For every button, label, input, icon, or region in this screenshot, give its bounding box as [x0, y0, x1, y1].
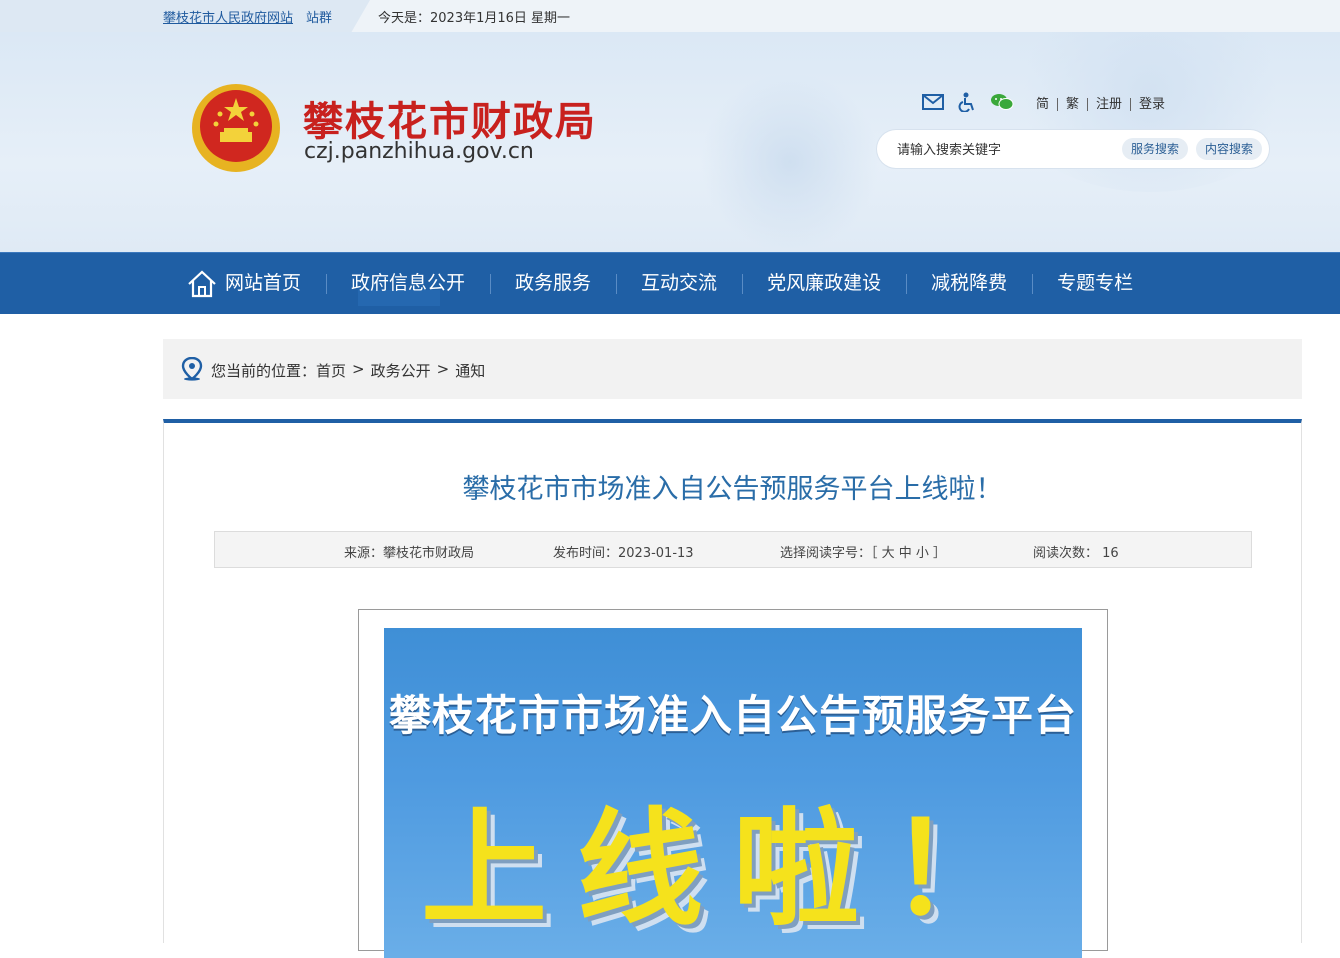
breadcrumb: 您当前的位置： 首页 > 政务公开 > 通知	[163, 339, 1302, 399]
announcement-poster: 攀枝花市市场准入自公告预服务平台 上线啦！	[384, 628, 1082, 958]
article-publish-date: 发布时间：2023-01-13	[553, 546, 694, 561]
wechat-icon[interactable]	[990, 93, 1014, 115]
header-tools: 简 繁 注册 登录	[922, 92, 1173, 116]
breadcrumb-current[interactable]: 通知	[455, 360, 485, 381]
top-strip: 攀枝花市人民政府网站 站群 今天是：2023年1月16日 星期一	[0, 0, 1340, 32]
nav-item-party-integrity[interactable]: 党风廉政建设	[742, 253, 906, 314]
font-size-selector[interactable]: 选择阅读字号：［ 大 中 小 ］	[780, 542, 946, 561]
location-pin-icon	[181, 357, 203, 381]
home-icon	[188, 270, 216, 297]
government-site-link[interactable]: 攀枝花市人民政府网站	[163, 7, 293, 26]
traditional-chinese-link[interactable]: 繁	[1058, 97, 1089, 111]
simplified-chinese-link[interactable]: 简	[1028, 97, 1059, 111]
nav-item-home[interactable]: 网站首页	[177, 253, 326, 314]
nav-item-special-topics[interactable]: 专题专栏	[1032, 253, 1158, 314]
site-domain: czj.panzhihua.gov.cn	[304, 139, 534, 164]
article-source: 来源：攀枝花市财政局	[344, 546, 475, 561]
poster-big-text: 上线啦！	[421, 796, 1045, 943]
breadcrumb-home[interactable]: 首页	[316, 360, 346, 381]
breadcrumb-gov-affairs[interactable]: 政务公开	[371, 360, 431, 381]
article-image-frame: 攀枝花市市场准入自公告预服务平台 上线啦！	[358, 609, 1108, 958]
register-link[interactable]: 注册	[1088, 97, 1132, 111]
service-search-button[interactable]: 服务搜索	[1122, 138, 1189, 160]
nav-label: 网站首页	[225, 272, 302, 294]
breadcrumb-separator: >	[352, 360, 365, 378]
login-link[interactable]: 登录	[1131, 98, 1173, 111]
nav-item-gov-info[interactable]: 政府信息公开	[326, 253, 490, 314]
breadcrumb-separator: >	[436, 360, 450, 378]
nav-item-interaction[interactable]: 互动交流	[616, 253, 742, 314]
nav-item-tax-reduction[interactable]: 减税降费	[906, 253, 1032, 314]
poster-headline: 攀枝花市市场准入自公告预服务平台	[388, 691, 1077, 740]
article-meta-bar: 来源：攀枝花市财政局 发布时间：2023-01-13 选择阅读字号：［ 大 中 …	[214, 531, 1252, 568]
article-container: 攀枝花市市场准入自公告预服务平台上线啦！ 来源：攀枝花市财政局 发布时间：202…	[163, 419, 1302, 958]
accessibility-icon[interactable]	[958, 92, 976, 116]
main-nav: 网站首页 政府信息公开 政务服务 互动交流 党风廉政建设 减税降费 专题专栏	[0, 252, 1340, 314]
national-emblem-icon	[192, 84, 280, 172]
header-banner: 攀枝花市财政局 czj.panzhihua.gov.cn 简 繁 注册 登录 服…	[0, 32, 1340, 252]
search-input[interactable]	[895, 139, 1109, 161]
search-box: 服务搜索 内容搜索	[877, 130, 1269, 168]
nav-item-gov-services[interactable]: 政务服务	[490, 253, 616, 314]
breadcrumb-prefix: 您当前的位置：	[211, 362, 317, 380]
view-count: 阅读次数： 16	[1033, 546, 1119, 561]
mail-icon[interactable]	[922, 94, 944, 114]
site-group-link[interactable]: 站群	[306, 7, 332, 26]
banner-decoration	[700, 72, 880, 252]
article-title: 攀枝花市市场准入自公告预服务平台上线啦！	[462, 474, 1003, 505]
content-search-button[interactable]: 内容搜索	[1196, 138, 1263, 160]
today-date: 今天是：2023年1月16日 星期一	[378, 11, 571, 26]
